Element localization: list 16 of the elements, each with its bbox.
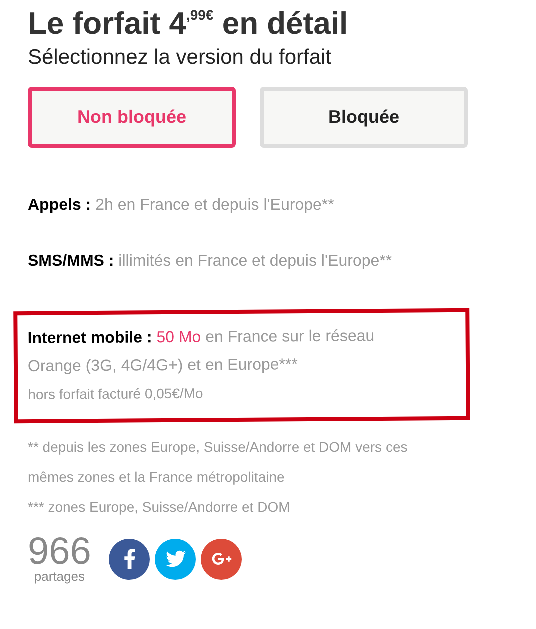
- extra-charge-note: hors forfait facturé 0,05€/Mo: [28, 384, 204, 404]
- share-count: 966: [28, 534, 92, 570]
- footnote: ** depuis les zones Europe, Suisse/Andorre et DOM vers ces mêmes zones et la France métropolitaine: [28, 438, 409, 487]
- footnote: *** zones Europe, Suisse/Andorre et DOM: [28, 498, 292, 517]
- google-plus-button[interactable]: [201, 538, 242, 580]
- twitter-button[interactable]: [155, 538, 196, 580]
- facebook-button[interactable]: [109, 538, 150, 580]
- bird-icon: [166, 549, 186, 569]
- feature-text: SMS/MMS : illimités en France et depuis l'Europe**: [28, 252, 394, 272]
- subtitle: Sélectionnez la version du forfait: [28, 45, 333, 71]
- version-button[interactable]: Bloquée: [260, 87, 468, 148]
- share-label: partages: [34, 570, 85, 584]
- page-title: Le forfait 4$^{,99€}$ en détail: [28, 5, 350, 43]
- version-button[interactable]: Non bloquée: [28, 87, 236, 148]
- feature-text: Appels : 2h en France et depuis l'Europe**: [28, 196, 336, 216]
- feature-text: Internet mobile : 50 Mo en France sur le réseau Orange (3G, 4G/4G+) et en Europe***: [28, 327, 376, 378]
